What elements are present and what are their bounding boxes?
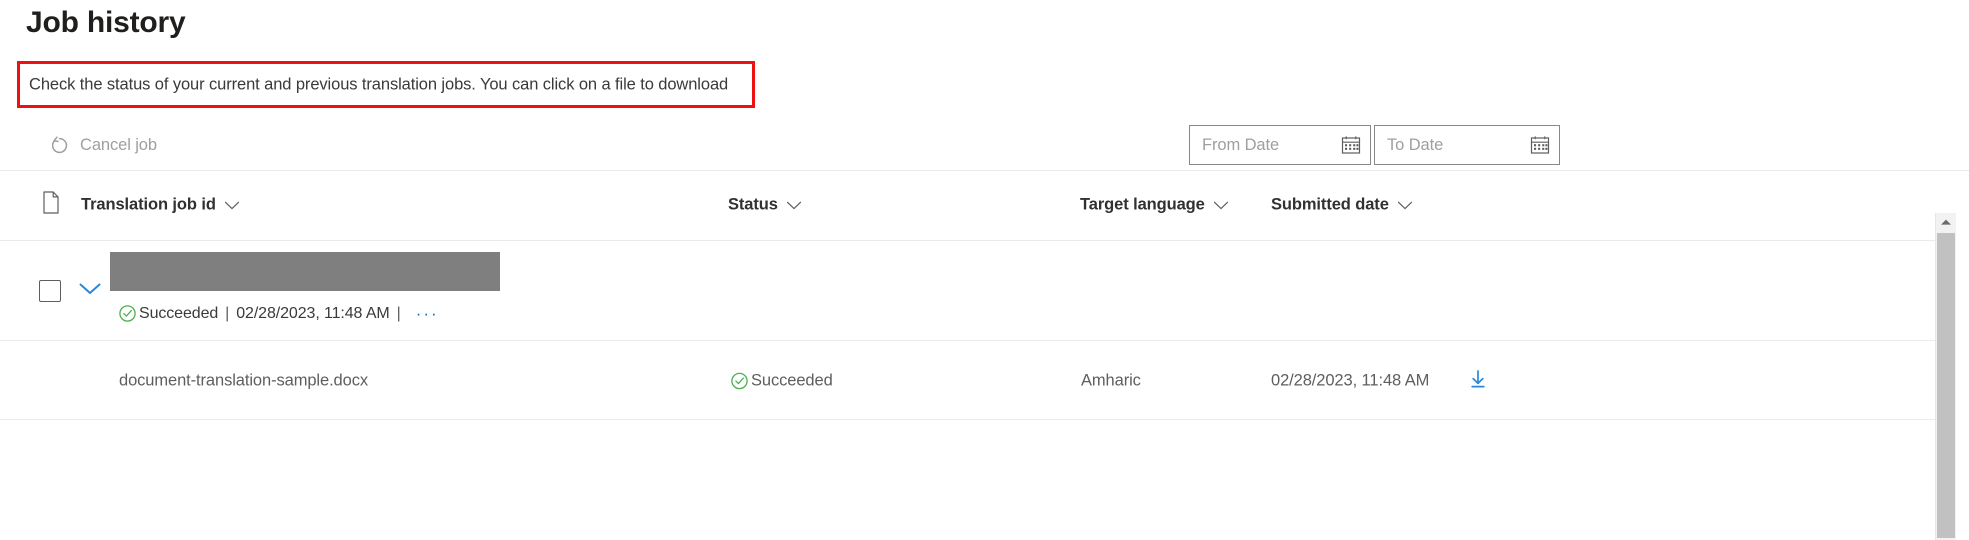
check-circle-icon [118,304,137,323]
page-title: Job history [26,6,186,39]
chevron-down-icon[interactable] [786,200,802,210]
calendar-icon[interactable] [1340,134,1362,156]
column-header-label: Translation job id [81,195,216,214]
cancel-job-button[interactable]: Cancel job [43,128,163,162]
expand-collapse-toggle[interactable] [75,276,105,306]
table-empty-space [0,420,1935,480]
column-header-label: Status [728,195,778,214]
table-row: document-translation-sample.docx Succeed… [0,341,1935,420]
job-group-row: Succeeded | 02/28/2023, 11:48 AM | ··· [0,241,1935,341]
row-target-language: Amharic [1081,371,1141,390]
column-header-submitted-date[interactable]: Submitted date [1271,196,1413,215]
scrollbar-thumb[interactable] [1937,233,1955,538]
download-icon [1466,367,1490,396]
column-header-translation-job-id[interactable]: Translation job id [81,196,240,215]
scrollbar-up-button[interactable] [1936,213,1956,231]
to-date-input[interactable]: To Date [1374,125,1560,165]
caret-up-icon [1940,213,1952,231]
row-overflow-menu-button[interactable]: ··· [416,305,439,322]
from-date-placeholder: From Date [1202,135,1280,154]
column-header-label: Submitted date [1271,195,1389,214]
meta-separator: | [396,304,401,322]
cancel-job-label: Cancel job [80,135,157,154]
download-button[interactable] [1465,368,1491,394]
calendar-icon[interactable] [1529,134,1551,156]
chevron-down-icon[interactable] [224,200,240,210]
table-vertical-scrollbar[interactable] [1935,213,1956,540]
chevron-down-icon[interactable] [1397,200,1413,210]
column-header-target-language[interactable]: Target language [1080,196,1229,215]
check-circle-icon [730,372,749,391]
description-highlight-box: Check the status of your current and pre… [17,61,755,108]
meta-separator: | [225,304,230,322]
row-submitted-date: 02/28/2023, 11:48 AM [1271,371,1430,390]
job-group-status-text: Succeeded [139,304,219,322]
row-status-text: Succeeded [751,371,833,390]
translation-job-id-redacted [110,252,500,291]
document-filename-link[interactable]: document-translation-sample.docx [119,372,368,391]
cancel-circle-arrow-icon [49,135,70,156]
row-select-checkbox[interactable] [39,280,61,302]
job-group-status-line: Succeeded | 02/28/2023, 11:48 AM | ··· [118,304,439,323]
column-header-status[interactable]: Status [728,196,802,215]
page-description: Check the status of your current and pre… [29,75,729,93]
chevron-down-icon [78,282,102,301]
table-header-row: Translation job id Status Target languag… [0,171,1935,241]
from-date-input[interactable]: From Date [1189,125,1371,165]
row-status-cell: Succeeded [730,372,833,391]
file-document-icon [41,191,61,220]
job-history-table: Translation job id Status Target languag… [0,171,1935,540]
column-header-label: Target language [1080,195,1205,214]
chevron-down-icon[interactable] [1213,200,1229,210]
job-group-submitted-date: 02/28/2023, 11:48 AM [236,304,390,322]
to-date-placeholder: To Date [1387,135,1444,154]
command-bar: Cancel job From Date To Date [0,118,1969,171]
